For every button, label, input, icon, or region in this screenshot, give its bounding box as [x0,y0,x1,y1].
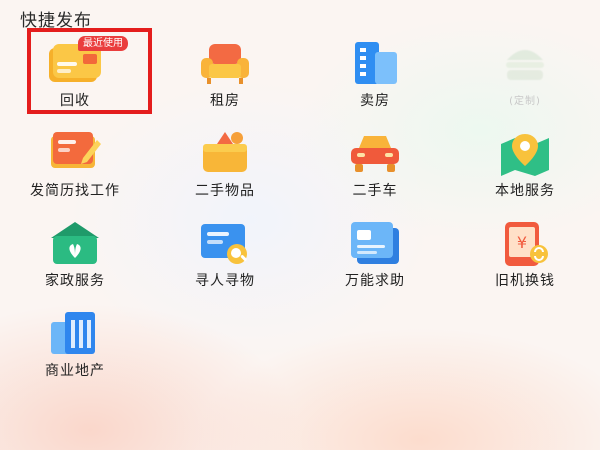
tile-label: 旧机换钱 [495,273,555,289]
document-icon [347,218,403,270]
tile-trade-in-phone[interactable]: ¥ 旧机换钱 [450,218,600,308]
tile-label: 卖房 [360,93,390,109]
tile-label: 二手物品 [195,183,255,199]
tile-resume-job[interactable]: 发简历找工作 [0,128,150,218]
map-pin-icon [497,128,553,180]
tile-commercial-property[interactable]: 商业地产 [0,308,150,398]
commercial-building-icon [47,308,103,360]
house-leaf-icon [47,218,103,270]
tile-label: 万能求助 [345,273,405,289]
tile-label: 发简历找工作 [30,183,120,199]
tile-sell-house[interactable]: 卖房 [300,38,450,128]
tile-custom[interactable]: (定制) [450,38,600,128]
tile-label: 寻人寻物 [195,273,255,289]
sofa-icon [197,38,253,90]
tile-label: 二手车 [352,183,398,199]
box-icon [197,128,253,180]
resume-pen-icon [47,128,103,180]
tile-universal-help[interactable]: 万能求助 [300,218,450,308]
tile-local-service[interactable]: 本地服务 [450,128,600,218]
tile-second-hand-goods[interactable]: 二手物品 [150,128,300,218]
search-card-icon [197,218,253,270]
tile-rent[interactable]: 租房 [150,38,300,128]
building-icon [347,38,403,90]
tile-label: 本地服务 [495,183,555,199]
svg-text:¥: ¥ [517,233,527,252]
highlight-box [27,28,152,114]
tile-lost-found[interactable]: 寻人寻物 [150,218,300,308]
tile-label: 租房 [210,93,240,109]
burger-icon [497,38,553,90]
tile-label: 商业地产 [45,363,105,379]
tile-label: (定制) [509,96,541,107]
tile-housekeeping[interactable]: 家政服务 [0,218,150,308]
phone-yuan-icon: ¥ [497,218,553,270]
tile-used-car[interactable]: 二手车 [300,128,450,218]
tile-label: 家政服务 [45,273,105,289]
car-icon [347,128,403,180]
